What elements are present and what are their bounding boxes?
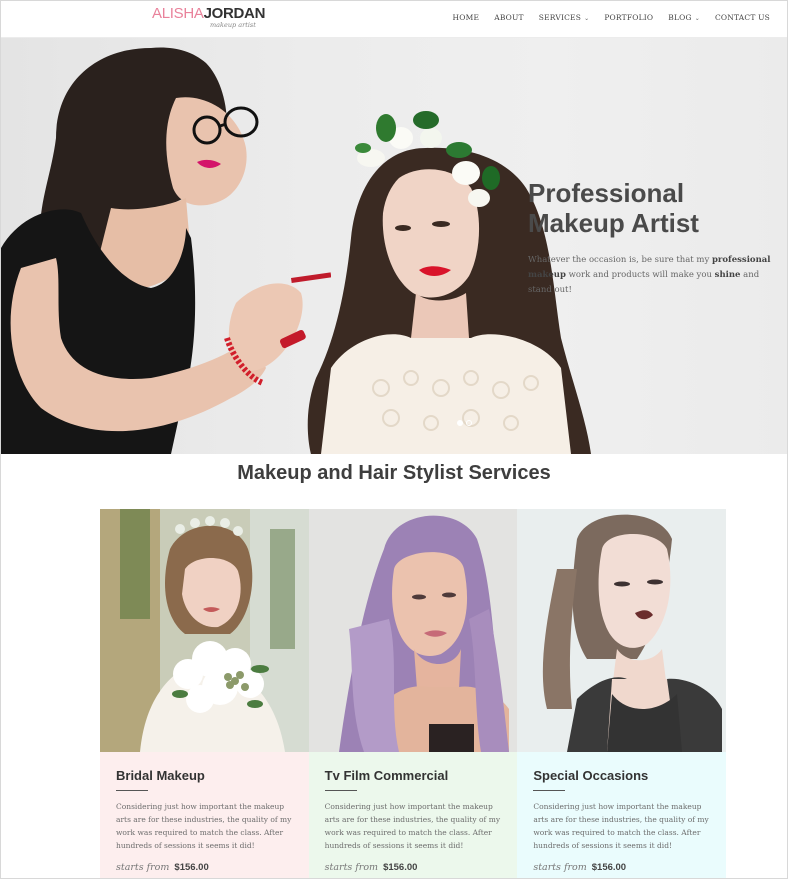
title-underline (324, 790, 357, 791)
nav-about[interactable]: ABOUT (494, 13, 524, 22)
service-card-description: Considering just how important the makeu… (533, 802, 709, 850)
service-card-price: starts from $156.00 (116, 862, 209, 873)
services-heading: Makeup and Hair Stylist Services (237, 462, 551, 484)
service-card-title: Bridal Makeup (116, 768, 205, 783)
hero-slider: Professional Makeup Artist Whatever the … (1, 38, 787, 454)
nav-blog[interactable]: BLOG ⌄ (668, 13, 700, 22)
services-cards: Bridal Makeup Considering just how impor… (100, 509, 727, 878)
logo-tagline: makeup artist (210, 21, 256, 29)
service-card-description: Considering just how important the makeu… (324, 802, 501, 850)
service-card-title: Special Occasions (533, 768, 649, 783)
site-logo[interactable]: ALISHAJORDAN makeup artist (152, 5, 266, 30)
special-occasions-image (517, 509, 727, 752)
main-nav: HOME ABOUT SERVICES ⌄ PORTFOLIO BLOG ⌄ CON… (438, 13, 770, 22)
hero-model-image (307, 111, 591, 454)
service-card-bridal[interactable]: Bridal Makeup Considering just how impor… (100, 509, 309, 878)
service-card-special-occasions[interactable]: Special Occasions Considering just how i… (517, 509, 727, 878)
service-card-price: starts from $156.00 (533, 862, 627, 873)
service-card-title: Tv Film Commercial (324, 768, 449, 783)
chevron-down-icon: ⌄ (584, 15, 590, 22)
slider-dots (457, 420, 472, 426)
tv-film-commercial-image (308, 509, 518, 752)
service-card-price: starts from $156.00 (324, 862, 418, 873)
title-underline (533, 790, 566, 791)
service-card-body: Bridal Makeup Considering just how impor… (100, 752, 309, 878)
service-card-description: Considering just how important the makeu… (116, 802, 292, 850)
nav-services[interactable]: SERVICES ⌄ (539, 13, 590, 22)
slider-dot-1[interactable] (457, 420, 463, 426)
logo-first-name: ALISHA (152, 5, 204, 22)
nav-portfolio[interactable]: PORTFOLIO (604, 13, 653, 22)
service-card-body: Tv Film Commercial Considering just how … (308, 752, 518, 878)
hero-title: Professional Makeup Artist (528, 178, 699, 238)
nav-home[interactable]: HOME (453, 13, 480, 22)
service-card-body: Special Occasions Considering just how i… (517, 752, 727, 878)
hero-description: Whatever the occasion is, be sure that m… (528, 255, 771, 295)
page-frame: ALISHAJORDAN makeup artist HOME ABOUT SE… (0, 0, 788, 879)
chevron-down-icon: ⌄ (694, 15, 700, 22)
service-card-tv-film[interactable]: Tv Film Commercial Considering just how … (308, 509, 518, 878)
logo-last-name: JORDAN (203, 5, 266, 22)
hero-makeup-artist-image (1, 47, 331, 454)
slider-dot-2[interactable] (466, 420, 472, 426)
bridal-makeup-image (100, 509, 309, 752)
title-underline (116, 790, 148, 791)
site-header: ALISHAJORDAN makeup artist HOME ABOUT SE… (1, 1, 787, 38)
nav-contact-us[interactable]: CONTACT US (715, 13, 770, 22)
